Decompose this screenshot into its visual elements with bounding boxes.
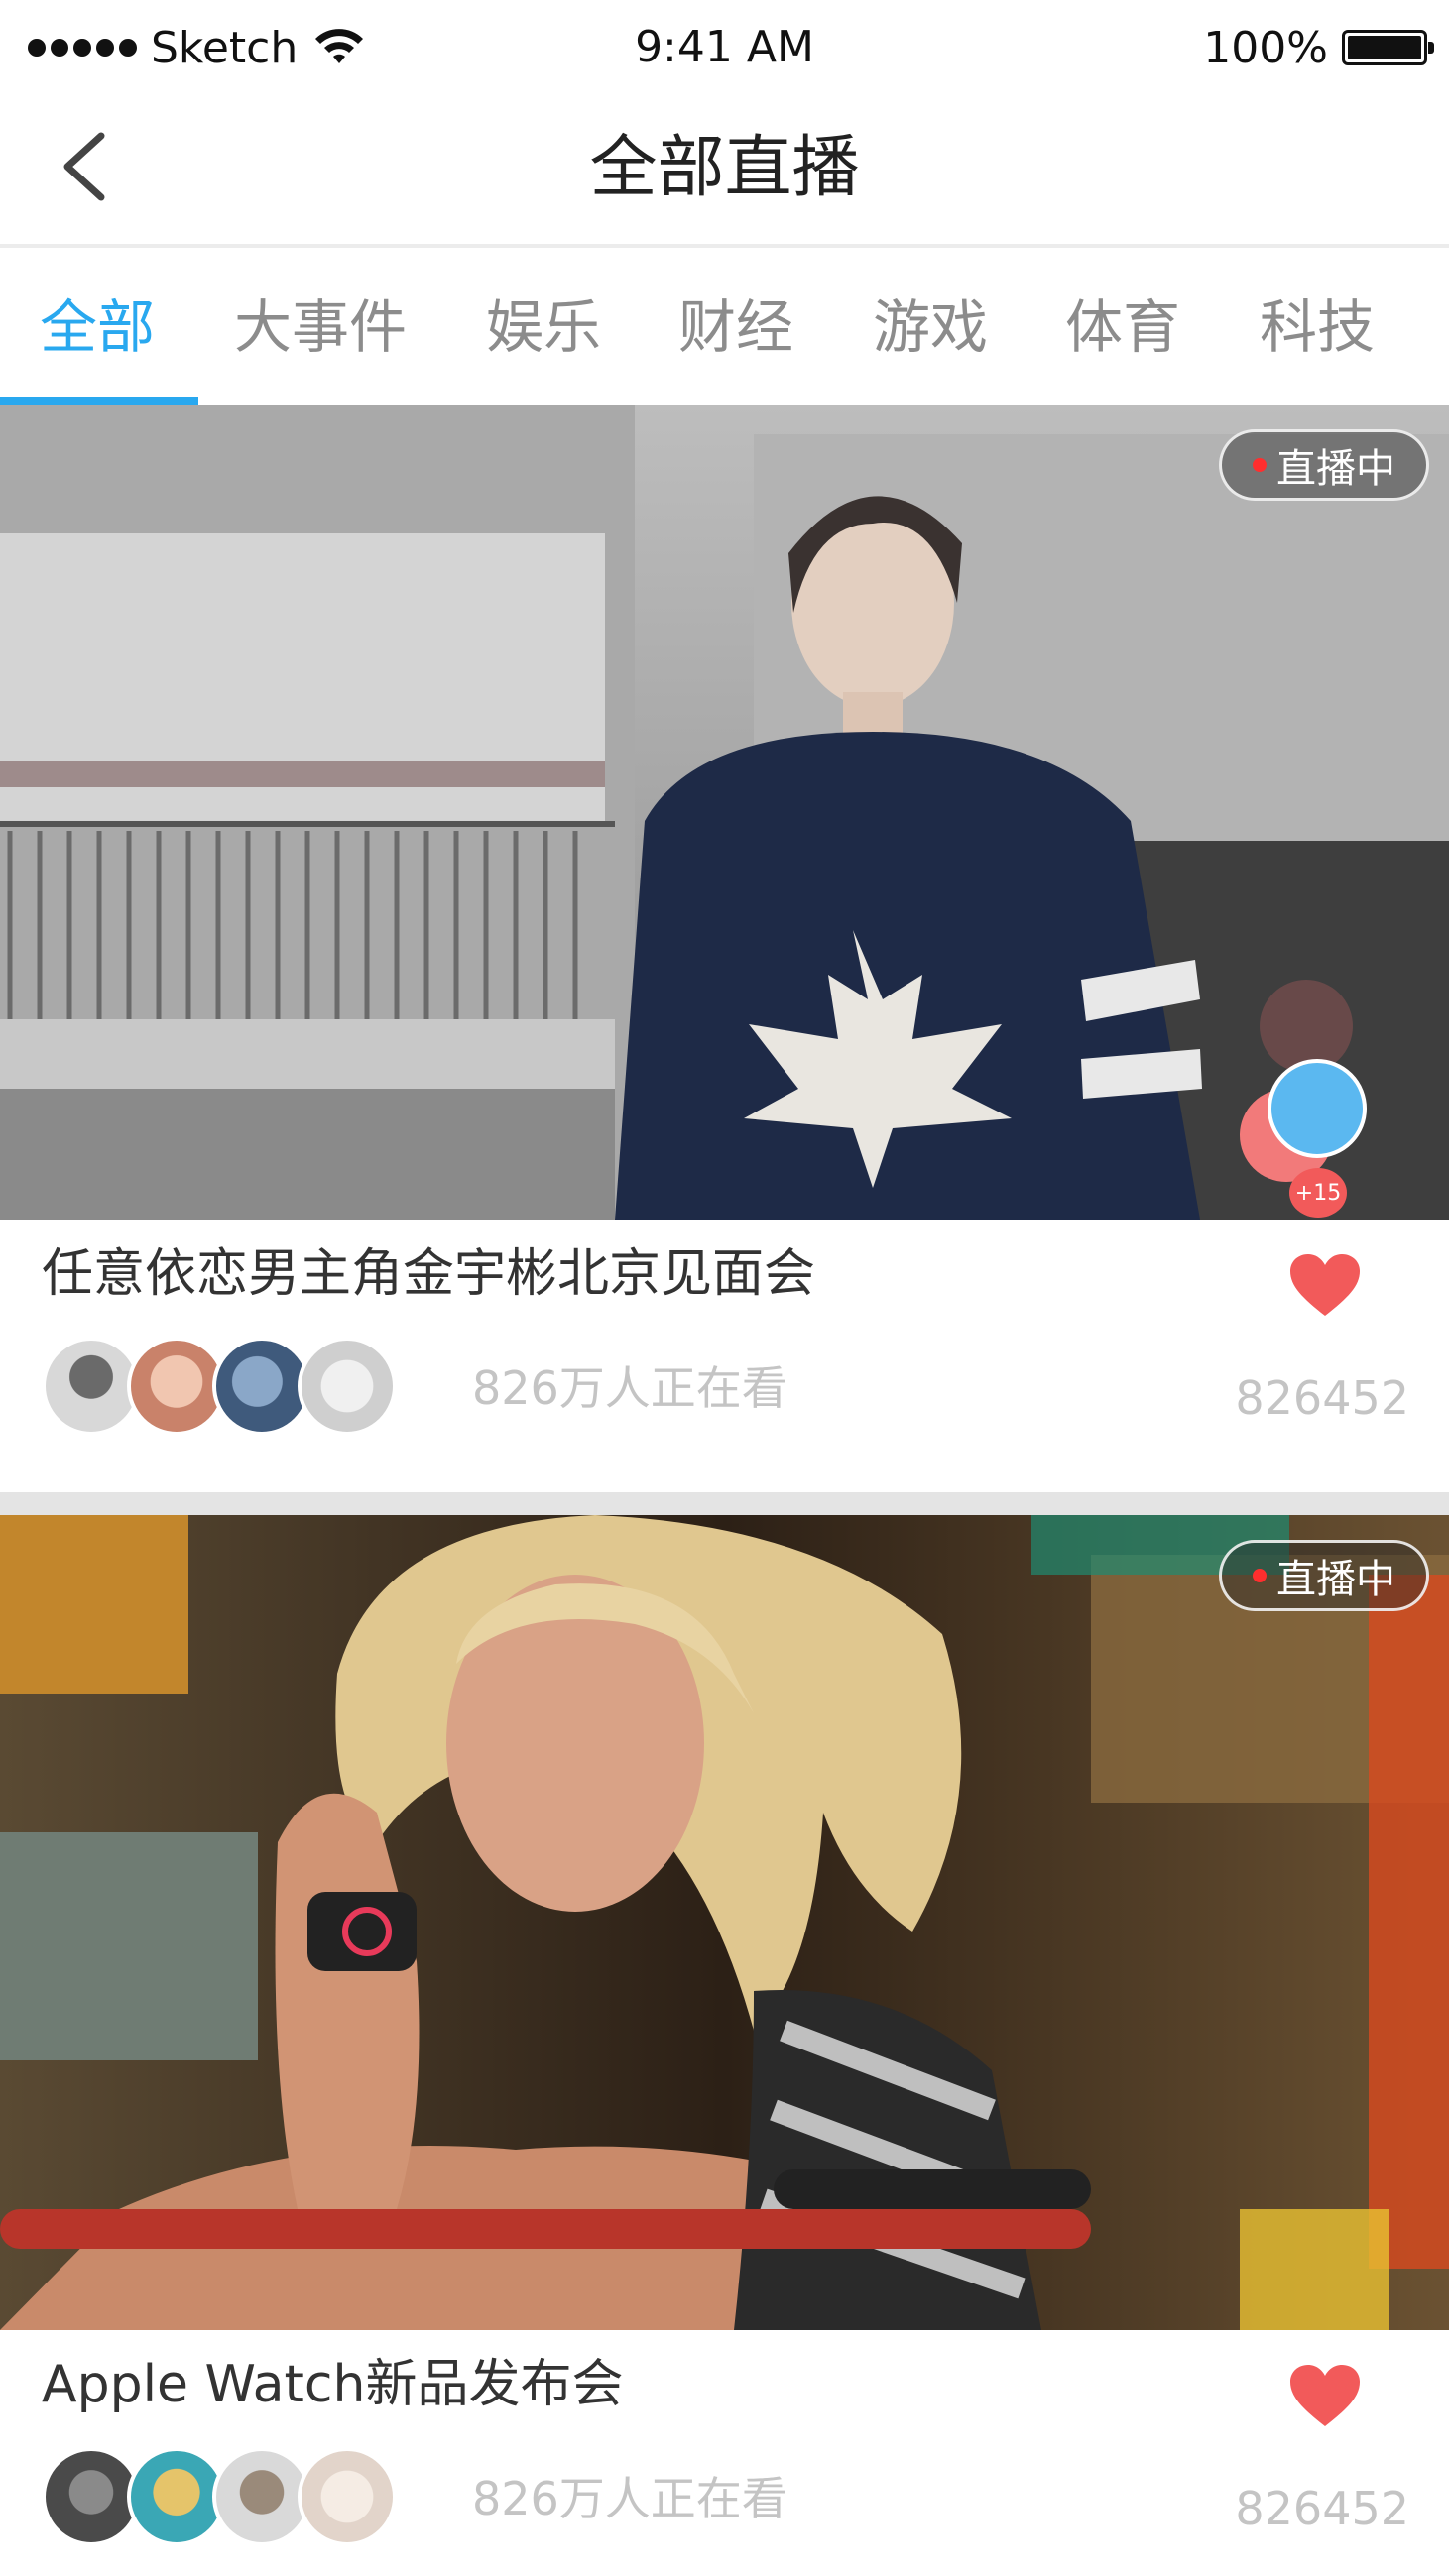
reaction-heart-icon	[1260, 980, 1353, 1073]
like-count: 826452	[1235, 1371, 1409, 1425]
live-cover-image[interactable]: 直播中 +15	[0, 405, 1449, 1220]
heart-icon[interactable]	[1288, 2363, 1362, 2428]
battery-icon	[1342, 30, 1434, 65]
live-status-label: 直播中	[1276, 1557, 1395, 1602]
tab-big-events[interactable]: 大事件	[234, 288, 407, 367]
heart-icon[interactable]	[1288, 1252, 1362, 1318]
avatar[interactable]	[127, 1337, 226, 1436]
avatar[interactable]	[212, 1337, 311, 1436]
navigation-bar: 全部直播	[0, 94, 1449, 248]
card-divider	[0, 1492, 1449, 1515]
cover-photo	[0, 1515, 1449, 2330]
live-title[interactable]: Apple Watch新品发布会	[42, 2350, 623, 2419]
viewer-avatars	[42, 1337, 397, 1436]
live-card[interactable]: 直播中 Apple Watch新品发布会 826万人正在看 826452	[0, 1515, 1449, 2576]
tab-entertainment[interactable]: 娱乐	[486, 288, 601, 367]
live-status-label: 直播中	[1276, 446, 1395, 492]
avatar[interactable]	[298, 2447, 397, 2546]
avatar[interactable]	[42, 2447, 141, 2546]
avatar[interactable]	[42, 1337, 141, 1436]
live-dot-icon	[1253, 458, 1267, 472]
reaction-pig-icon	[1268, 1059, 1367, 1158]
category-tabs: 全部 大事件 娱乐 财经 游戏 体育 科技	[0, 248, 1449, 405]
reaction-count-badge: +15	[1289, 1168, 1347, 1218]
battery-percentage: 100%	[1203, 22, 1328, 73]
tab-all[interactable]: 全部	[40, 288, 155, 367]
live-status-badge: 直播中	[1219, 429, 1429, 501]
tab-technology[interactable]: 科技	[1260, 288, 1375, 367]
status-bar-right: 100%	[1203, 20, 1434, 75]
active-tab-indicator	[0, 397, 198, 405]
live-title[interactable]: 任意依恋男主角金宇彬北京见面会	[42, 1239, 815, 1309]
tab-finance[interactable]: 财经	[678, 288, 793, 367]
avatar[interactable]	[212, 2447, 311, 2546]
avatar[interactable]	[127, 2447, 226, 2546]
floating-reactions: +15	[1230, 970, 1369, 1218]
live-cover-image[interactable]: 直播中	[0, 1515, 1449, 2330]
tab-games[interactable]: 游戏	[873, 288, 988, 367]
like-count: 826452	[1235, 2482, 1409, 2535]
live-card[interactable]: 直播中 +15 任意依恋男主角金宇彬北京见面会 826万人正在看 826452	[0, 405, 1449, 1492]
page-title: 全部直播	[589, 129, 860, 207]
tab-sports[interactable]: 体育	[1065, 288, 1180, 367]
watching-count: 826万人正在看	[472, 2472, 787, 2525]
live-dot-icon	[1253, 1569, 1267, 1582]
viewer-avatars	[42, 2447, 397, 2546]
watching-count: 826万人正在看	[472, 1361, 787, 1415]
live-status-badge: 直播中	[1219, 1540, 1429, 1611]
avatar[interactable]	[298, 1337, 397, 1436]
status-bar: Sketch 9:41 AM 100%	[0, 0, 1449, 94]
